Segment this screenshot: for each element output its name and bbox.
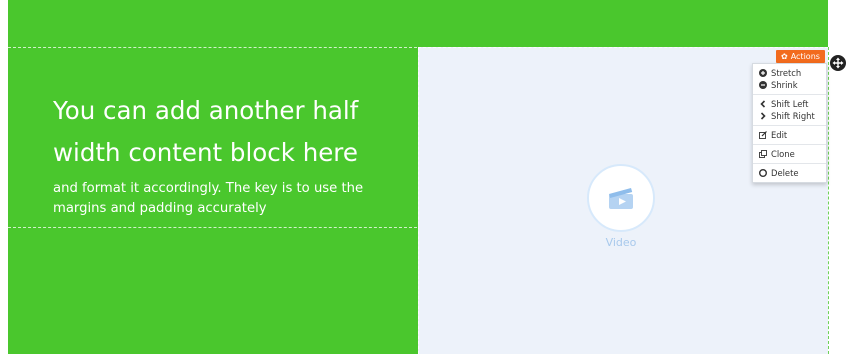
delete-menu-item[interactable]: Delete [753,167,826,179]
shift-right-menu-item[interactable]: Shift Right [753,110,826,122]
video-clapper-icon [609,188,633,209]
left-content-column: You can add another half width content b… [8,47,417,354]
actions-button-label: Actions [790,52,820,61]
edit-group: Edit [753,126,826,145]
move-arrows-icon [832,57,844,69]
clone-group: Clone [753,145,826,164]
chevron-left-icon [759,100,767,108]
edit-icon [759,131,767,139]
plus-circle-icon [759,69,767,77]
chevron-right-icon [759,112,767,120]
shift-right-label: Shift Right [771,111,815,121]
stretch-label: Stretch [771,68,802,78]
content-body-text[interactable]: and format it accordingly. The key is to… [53,179,403,219]
text-content-block[interactable]: You can add another half width content b… [8,48,417,228]
video-label: Video [605,236,637,249]
clone-menu-item[interactable]: Clone [753,148,826,160]
page-section: You can add another half width content b… [8,0,828,354]
shrink-menu-item[interactable]: Shrink [753,79,826,91]
actions-dropdown-menu: Stretch Shrink Shift Left Shift Right Ed… [752,63,827,183]
shift-left-label: Shift Left [771,99,809,109]
resize-group: Stretch Shrink [753,64,826,95]
move-handle[interactable] [830,55,846,71]
edit-menu-item[interactable]: Edit [753,129,826,141]
delete-group: Delete [753,164,826,182]
delete-circle-icon [759,169,767,177]
delete-label: Delete [771,168,799,178]
stretch-menu-item[interactable]: Stretch [753,67,826,79]
block-border [828,47,829,354]
minus-circle-icon [759,81,767,89]
shrink-label: Shrink [771,80,798,90]
content-headline[interactable]: You can add another half width content b… [53,90,403,174]
clone-label: Clone [771,149,795,159]
clone-icon [759,150,767,158]
edit-label: Edit [771,130,788,140]
gear-icon: ✿ [781,52,788,61]
video-placeholder[interactable] [587,164,655,232]
shift-group: Shift Left Shift Right [753,95,826,126]
shift-left-menu-item[interactable]: Shift Left [753,98,826,110]
actions-button[interactable]: ✿ Actions [776,50,825,63]
